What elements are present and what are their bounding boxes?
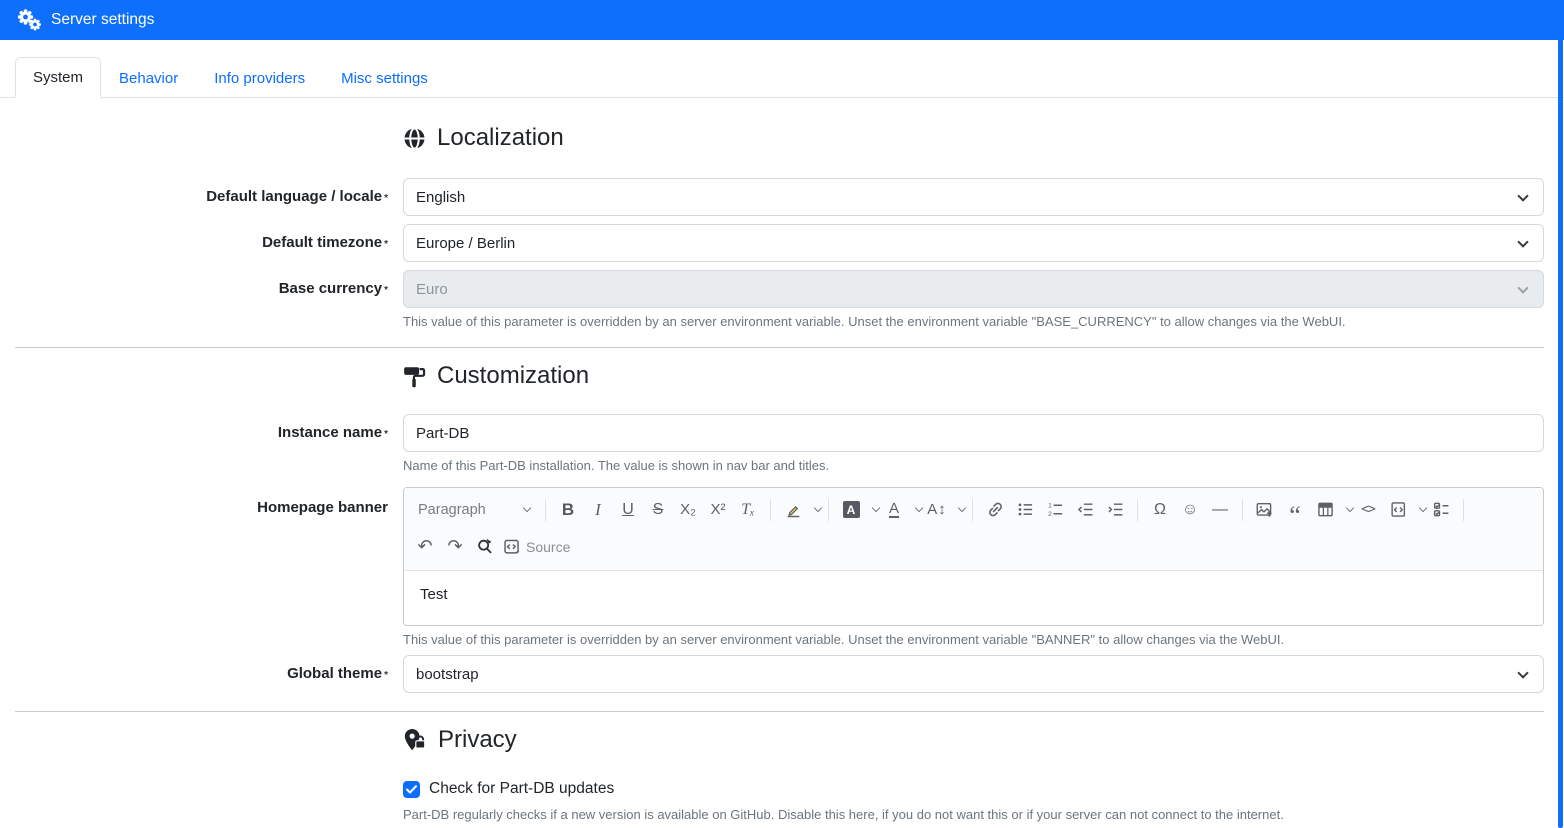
required-marker: *: [384, 670, 388, 681]
numbered-list-icon[interactable]: 1 2: [1040, 494, 1070, 525]
font-color-icon[interactable]: A: [879, 494, 909, 525]
global-theme-select[interactable]: bootstrap: [403, 655, 1544, 693]
source-label: Source: [526, 539, 570, 555]
globe-icon: [403, 127, 426, 150]
chevron-down-icon: [523, 504, 531, 512]
toolbar-separator: [1137, 499, 1138, 521]
section-customization-title: Customization: [437, 362, 589, 390]
instance-name-help: Name of this Part-DB installation. The v…: [403, 458, 1544, 473]
chevron-down-icon[interactable]: [958, 504, 966, 512]
label-homepage-banner: Homepage banner: [0, 487, 388, 647]
font-background-icon[interactable]: A: [836, 494, 866, 525]
paint-roller-icon: [403, 365, 426, 388]
toolbar-separator: [1242, 499, 1243, 521]
default-timezone-value: Europe / Berlin: [416, 235, 515, 252]
instance-name-input[interactable]: [403, 414, 1544, 452]
chevron-down-icon: [1517, 236, 1528, 247]
app-header: Server settings: [0, 0, 1564, 40]
section-localization-header: Localization: [403, 124, 1564, 152]
chevron-down-icon[interactable]: [814, 504, 822, 512]
base-currency-help: This value of this parameter is overridd…: [403, 314, 1544, 329]
label-instance-name: Instance name*: [0, 414, 388, 473]
block-quote-icon[interactable]: “: [1280, 494, 1310, 525]
label-default-timezone: Default timezone*: [0, 224, 388, 262]
strikethrough-icon[interactable]: S: [643, 494, 673, 525]
tab-behavior[interactable]: Behavior: [101, 58, 196, 98]
label-default-language: Default language / locale*: [0, 178, 388, 216]
link-icon[interactable]: [980, 494, 1010, 525]
section-localization-title: Localization: [437, 124, 564, 152]
gears-icon: [16, 8, 42, 32]
default-timezone-select[interactable]: Europe / Berlin: [403, 224, 1544, 262]
paragraph-dropdown[interactable]: Paragraph: [410, 494, 538, 525]
italic-icon[interactable]: I: [583, 494, 613, 525]
scrollbar[interactable]: [1558, 0, 1563, 828]
required-marker: *: [384, 239, 388, 250]
emoji-icon[interactable]: ☺: [1175, 494, 1205, 525]
indent-icon[interactable]: [1100, 494, 1130, 525]
toolbar-separator: [1463, 499, 1464, 521]
superscript-icon[interactable]: X²: [703, 494, 733, 525]
remove-format-icon[interactable]: Tₓ: [733, 494, 763, 525]
find-replace-icon[interactable]: [470, 531, 500, 562]
base-currency-value: Euro: [416, 281, 448, 298]
global-theme-value: bootstrap: [416, 666, 479, 683]
homepage-banner-editor: Paragraph B I U S X₂ X² Tₓ: [403, 487, 1544, 626]
insert-image-icon[interactable]: [1250, 494, 1280, 525]
required-marker: *: [384, 429, 388, 440]
update-check-row: Check for Part-DB updates: [403, 780, 1564, 798]
outdent-icon[interactable]: [1070, 494, 1100, 525]
subscript-icon[interactable]: X₂: [673, 494, 703, 525]
required-marker: *: [384, 193, 388, 204]
tab-info-providers[interactable]: Info providers: [196, 58, 323, 98]
underline-icon[interactable]: U: [613, 494, 643, 525]
update-check-checkbox[interactable]: [403, 781, 420, 798]
default-language-value: English: [416, 189, 465, 206]
section-customization-header: Customization: [403, 362, 1564, 390]
settings-tabs: System Behavior Info providers Misc sett…: [0, 57, 1564, 98]
toolbar-separator: [545, 499, 546, 521]
section-divider: [15, 347, 1544, 348]
homepage-banner-help: This value of this parameter is overridd…: [403, 632, 1544, 647]
todo-list-icon[interactable]: [1426, 494, 1456, 525]
source-button[interactable]: Source: [500, 531, 573, 562]
privacy-pin-lock-icon: [403, 728, 427, 752]
tab-system[interactable]: System: [15, 57, 101, 98]
code-icon[interactable]: <>: [1353, 494, 1383, 525]
section-privacy-header: Privacy: [403, 726, 1564, 754]
toolbar-separator: [770, 499, 771, 521]
special-characters-icon[interactable]: Ω: [1145, 494, 1175, 525]
code-block-icon[interactable]: [1383, 494, 1413, 525]
chevron-down-icon: [1517, 282, 1528, 293]
page-title: Server settings: [51, 11, 154, 29]
label-global-theme: Global theme*: [0, 655, 388, 693]
toolbar-separator: [972, 499, 973, 521]
tab-misc-settings[interactable]: Misc settings: [323, 58, 446, 98]
section-divider: [15, 711, 1544, 712]
highlight-icon[interactable]: [778, 494, 808, 525]
font-size-icon[interactable]: A↕: [922, 494, 952, 525]
chevron-down-icon: [1517, 667, 1528, 678]
bulleted-list-icon[interactable]: [1010, 494, 1040, 525]
update-check-help: Part-DB regularly checks if a new versio…: [403, 807, 1544, 822]
required-marker: *: [384, 285, 388, 296]
horizontal-line-icon[interactable]: —: [1205, 494, 1235, 525]
toolbar-separator: [828, 499, 829, 521]
editor-toolbar: Paragraph B I U S X₂ X² Tₓ: [404, 488, 1543, 571]
svg-text:2: 2: [1048, 511, 1052, 518]
editor-content[interactable]: Test: [404, 571, 1543, 625]
base-currency-select: Euro: [403, 270, 1544, 308]
svg-text:1: 1: [1048, 502, 1052, 509]
default-language-select[interactable]: English: [403, 178, 1544, 216]
bold-icon[interactable]: B: [553, 494, 583, 525]
undo-icon[interactable]: ↶: [410, 531, 440, 562]
chevron-down-icon: [1517, 190, 1528, 201]
redo-icon[interactable]: ↷: [440, 531, 470, 562]
insert-table-icon[interactable]: [1310, 494, 1340, 525]
section-privacy-title: Privacy: [438, 726, 517, 754]
update-check-label[interactable]: Check for Part-DB updates: [429, 780, 614, 798]
label-base-currency: Base currency*: [0, 270, 388, 329]
